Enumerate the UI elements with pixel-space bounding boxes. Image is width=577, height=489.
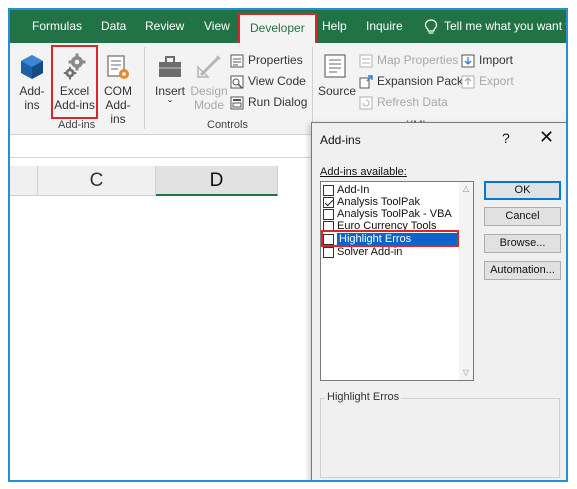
run-dialog-label: Run Dialog [248,95,308,109]
group-separator [312,47,313,129]
properties-button[interactable]: Properties [230,50,303,70]
description-title: Highlight Erros [325,391,402,403]
expansion-packs-button[interactable]: Expansion Packs [359,71,469,91]
excel-addins-label-2: Add-ins [54,98,95,112]
expansion-packs-icon [359,75,373,89]
gears-icon [63,53,85,80]
map-properties-label: Map Properties [377,53,459,67]
checkbox-checked[interactable] [323,197,334,208]
help-icon[interactable]: ? [502,130,510,146]
export-button[interactable]: Export [461,71,514,91]
column-header-c[interactable]: C [38,166,156,196]
tab-help[interactable]: Help [322,10,347,43]
tab-data[interactable]: Data [101,10,126,43]
insert-label: Insert [154,84,185,98]
tab-developer[interactable]: Developer [238,13,317,43]
run-dialog-icon [230,96,244,110]
design-mode-label-2: Mode [193,98,225,112]
tab-review[interactable]: Review [145,10,184,43]
browse-button[interactable]: Browse... [484,234,561,253]
scroll-up-icon[interactable]: △ [461,184,471,193]
insert-dropdown-arrow: ˇ [168,98,172,112]
tell-me-label: Tell me what you want to do [444,19,566,33]
refresh-data-label: Refresh Data [377,95,448,109]
list-item-label: Solver Add-in [337,246,403,258]
tab-formulas[interactable]: Formulas [32,10,82,43]
properties-icon [230,54,244,68]
group-separator [144,47,145,129]
addins-dialog: Add-ins ? ✕ Add-ins available: Add-In An… [311,122,566,480]
scroll-down-icon[interactable]: ▽ [461,368,471,377]
addins-label-2: ins [24,98,40,112]
view-code-icon [230,75,244,89]
checkbox[interactable] [323,185,334,196]
tab-view[interactable]: View [204,10,230,43]
dialog-title: Add-ins [320,133,361,147]
excel-addins-label-1: Excel [59,84,90,98]
refresh-data-icon [359,96,373,110]
view-code-button[interactable]: View Code [230,71,306,91]
toolbox-icon [159,56,181,77]
ok-button[interactable]: OK [484,181,561,200]
group-label-controls: Controls [207,119,248,131]
insert-controls-button[interactable]: Insert ˇ [152,53,188,112]
excel-addins-button[interactable]: Excel Add-ins [51,45,98,119]
close-icon[interactable]: ✕ [539,127,554,148]
tab-inquire[interactable]: Inquire [366,10,403,43]
map-properties-icon [359,54,373,68]
addins-cube-icon [21,55,43,79]
expansion-packs-label: Expansion Packs [377,74,470,88]
com-addins-label-1: COM [104,84,132,98]
addins-button[interactable]: Add- ins [14,53,50,112]
addins-available-label: Add-ins available: [320,166,407,178]
com-addins-label-2: Add-ins [105,98,131,126]
addins-available-text: Add-ins available: [320,166,407,178]
refresh-data-button[interactable]: Refresh Data [359,92,448,112]
xml-source-icon [324,54,346,78]
source-label: Source [318,84,357,98]
design-mode-label-1: Design [190,84,228,98]
properties-label: Properties [248,53,303,67]
checkbox[interactable] [323,247,334,258]
listbox-scrollbar[interactable]: △ ▽ [459,182,473,380]
design-mode-icon [197,55,221,78]
map-properties-button[interactable]: Map Properties [359,50,458,70]
design-mode-button[interactable]: Design Mode [190,53,228,112]
ribbon-tab-bar: Formulas Data Review View Developer Help… [10,10,566,43]
import-button[interactable]: Import [461,50,513,70]
column-header-b[interactable] [10,166,38,196]
lightbulb-icon [424,19,438,34]
tell-me-search[interactable]: Tell me what you want to do [424,10,566,43]
cancel-button[interactable]: Cancel [484,207,561,226]
checkbox[interactable] [323,209,334,220]
com-addins-button[interactable]: COM Add-ins [98,53,138,126]
view-code-label: View Code [248,74,306,88]
import-label: Import [479,53,514,67]
xml-source-button[interactable]: Source [318,53,357,98]
run-dialog-button[interactable]: Run Dialog [230,92,307,112]
import-icon [461,54,475,68]
excel-window: Formulas Data Review View Developer Help… [8,8,568,482]
column-header-d[interactable]: D [156,166,278,196]
addins-label-1: Add- [19,84,45,98]
description-text [329,411,553,473]
com-addins-icon [107,55,129,79]
export-icon [461,75,475,89]
automation-button[interactable]: Automation... [484,261,561,280]
group-label-addins: Add-ins [58,119,96,131]
highlight-annotation-box [321,230,459,247]
export-label: Export [479,74,514,88]
description-groupbox: Highlight Erros [320,391,560,478]
addins-listbox[interactable]: Add-In Analysis ToolPak Analysis ToolPak… [320,181,474,381]
